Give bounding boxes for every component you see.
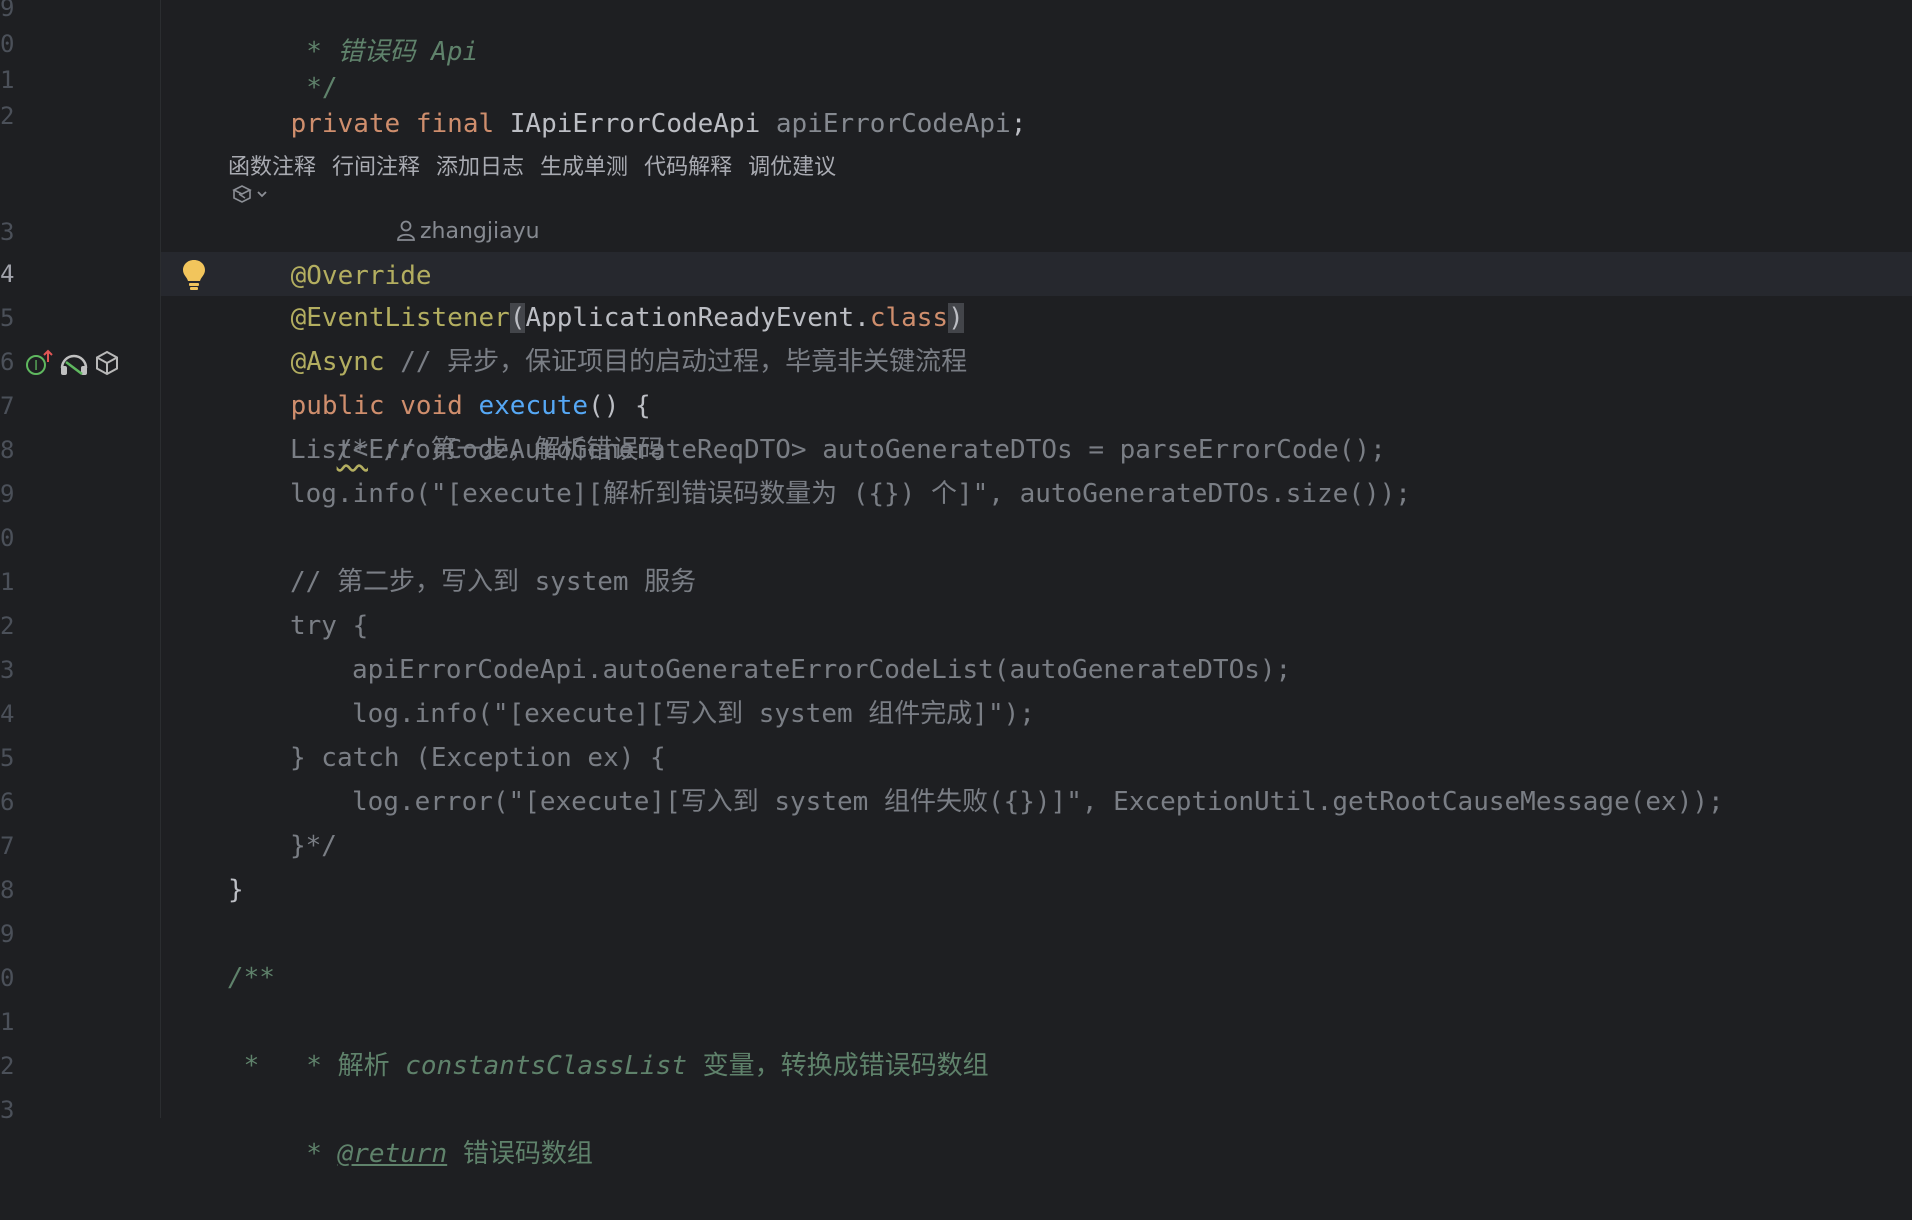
ai-hint-bar: 函数注释 行间注释 添加日志 生成单测 代码解释 调优建议 <box>228 148 852 188</box>
line-number: 0 <box>0 524 15 552</box>
code-line[interactable]: * <box>228 1044 260 1088</box>
doc-comment: * <box>290 1051 338 1081</box>
code-line[interactable]: } <box>228 868 244 912</box>
code-line[interactable]: } catch (Exception ex) { <box>290 736 666 780</box>
ai-assistant-icon[interactable] <box>230 182 274 208</box>
keyword-final: final <box>415 109 510 139</box>
doc-comment-text: 变量，转换成错误码数组 <box>687 1051 989 1081</box>
line-number: 1 <box>0 1008 15 1036</box>
bean-icon[interactable] <box>94 348 120 378</box>
hint-optimize[interactable]: 调优建议 <box>748 155 836 180</box>
code-line[interactable]: log.error("[execute][写入到 system 组件失败({})… <box>352 780 1724 824</box>
code-editor[interactable]: 9 0 1 2 3 4 5 6 7 8 9 0 1 2 3 4 5 6 7 8 … <box>0 0 1912 1169</box>
hint-function-comment[interactable]: 函数注释 <box>228 155 316 180</box>
semicolon: ; <box>1010 109 1027 139</box>
gutter-icons: I <box>24 346 120 380</box>
line-number: 8 <box>0 436 15 464</box>
doc-comment-var: constantsClassList <box>405 1051 688 1081</box>
code-line[interactable]: List<ErrorCodeAutoGenerateReqDTO> autoGe… <box>290 428 1386 472</box>
code-line[interactable]: // 第二步，写入到 system 服务 <box>290 560 696 604</box>
author-name: zhangjiayu <box>420 219 540 244</box>
line-number: 8 <box>0 876 15 904</box>
line-number: 6 <box>0 348 15 376</box>
line-number: 6 <box>0 788 15 816</box>
editor-gutter[interactable]: 9 0 1 2 3 4 5 6 7 8 9 0 1 2 3 4 5 6 7 8 … <box>0 0 161 1124</box>
code-line[interactable]: log.info("[execute][解析到错误码数量为 ({}) 个]", … <box>290 472 1411 516</box>
code-line[interactable]: /** <box>228 956 275 1000</box>
line-number: 9 <box>0 480 15 508</box>
line-number: 7 <box>0 832 15 860</box>
line-number: 3 <box>0 1096 15 1124</box>
line-number: 2 <box>0 612 15 640</box>
line-number: 7 <box>0 392 15 420</box>
code-line[interactable]: apiErrorCodeApi.autoGenerateErrorCodeLis… <box>352 648 1291 692</box>
line-number: 5 <box>0 744 15 772</box>
code-line[interactable]: log.info("[execute][写入到 system 组件完成]"); <box>352 692 1035 736</box>
code-line[interactable]: try { <box>290 604 368 648</box>
doc-comment-text: 错误码数组 <box>447 1139 593 1169</box>
line-number: 4 <box>0 700 15 728</box>
code-line[interactable]: * @return 错误码数组 <box>228 1088 593 1220</box>
person-icon <box>397 220 415 241</box>
code-author-hint[interactable]: zhangjiayu <box>396 210 540 254</box>
line-number: 5 <box>0 304 15 332</box>
line-number: 2 <box>0 1052 15 1080</box>
line-number: 3 <box>0 218 15 246</box>
implements-up-icon[interactable]: I <box>24 348 54 378</box>
field-name: apiErrorCodeApi <box>775 109 1011 139</box>
type-name: IApiErrorCodeApi <box>509 109 776 139</box>
doc-comment: * <box>290 1139 338 1169</box>
hint-explain-code[interactable]: 代码解释 <box>644 155 732 180</box>
code-line[interactable]: }*/ <box>290 824 337 868</box>
line-number: 0 <box>0 964 15 992</box>
hint-generate-test[interactable]: 生成单测 <box>540 155 628 180</box>
line-number: 2 <box>0 102 15 130</box>
line-number: 9 <box>0 920 15 948</box>
hint-add-log[interactable]: 添加日志 <box>436 155 524 180</box>
svg-text:I: I <box>34 359 38 374</box>
keyword-private: private <box>290 109 416 139</box>
line-number-active: 4 <box>0 260 15 288</box>
line-number: 3 <box>0 656 15 684</box>
line-number: 1 <box>0 568 15 596</box>
doc-return-tag: @return <box>337 1139 448 1169</box>
hint-inline-comment[interactable]: 行间注释 <box>332 155 420 180</box>
doc-comment-text: 解析 <box>337 1051 406 1081</box>
event-listener-icon[interactable] <box>58 348 90 378</box>
lightbulb-icon[interactable] <box>180 258 208 292</box>
